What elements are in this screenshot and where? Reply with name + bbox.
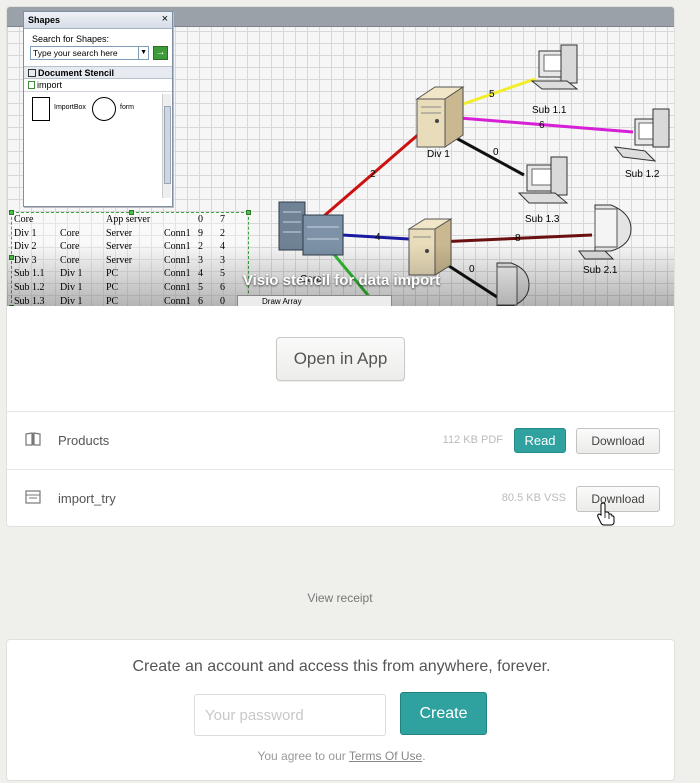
stencil-grid-icon — [28, 81, 35, 89]
data-table-cell: 2 — [198, 241, 203, 253]
hand-cursor-icon — [597, 502, 615, 526]
edge-label-2: 2 — [370, 169, 376, 180]
edge-label-8: 8 — [515, 233, 521, 244]
draw-array-menu: Draw Array — [237, 295, 392, 306]
create-account-card: Create an account and access this from a… — [6, 639, 675, 781]
node-label-sub13: Sub 1.3 — [525, 214, 560, 225]
shapes-pane-title: Shapes × — [24, 12, 172, 29]
edge-label-6: 6 — [539, 120, 545, 131]
data-table-cell: Core — [60, 254, 80, 266]
data-import-table: Core App server 0 7 Div 1 Core Server Conn1 9 2 Di… — [9, 210, 251, 306]
sub13-pc-icon — [517, 156, 569, 204]
data-table-cell: 4 — [220, 241, 225, 253]
stencil-header: Document Stencil — [24, 66, 172, 79]
create-account-prompt: Create an account and access this from a… — [132, 658, 551, 675]
data-table-cell: Conn1 — [164, 254, 191, 266]
shapes-search-label: Search for Shapes: — [32, 34, 110, 44]
data-table-cell: 3 — [220, 254, 225, 266]
stencil-scrollbar — [162, 94, 171, 198]
shapes-search-input: Type your search here — [30, 46, 140, 60]
data-table-cell: Core — [60, 241, 80, 253]
open-in-app-button[interactable]: Open in App — [276, 337, 405, 381]
edge-label-4: 4 — [375, 232, 381, 243]
sub21-monitor-icon — [578, 204, 632, 260]
stencil-shapes: ImportBox form — [24, 92, 172, 200]
form-label: form — [120, 104, 134, 111]
stencil-icon — [28, 69, 36, 77]
data-table-cell: PC — [106, 295, 119, 306]
shapes-pane: Shapes × Search for Shapes: Type your se… — [23, 11, 173, 207]
file-row: import_try 80.5 KB VSS Download — [7, 469, 674, 526]
node-label-sub11: Sub 1.1 — [532, 105, 567, 116]
div1-server-icon — [415, 86, 465, 148]
data-table-cell: 3 — [198, 254, 203, 266]
sub11-pc-icon — [530, 44, 579, 90]
data-table-cell: Conn1 — [164, 241, 191, 253]
book-icon — [25, 432, 41, 451]
edge-label-5: 5 — [489, 89, 495, 100]
sub12-pc-icon — [613, 108, 670, 162]
terms-notice: You agree to our Terms Of Use. — [257, 749, 426, 763]
file-size: 80.5 KB VSS — [501, 492, 566, 504]
data-table-cell: Div 3 — [14, 254, 37, 266]
download-button[interactable]: Download — [576, 486, 660, 512]
file-row: Products 112 KB PDF Read Download — [7, 411, 674, 469]
preview-caption: Visio stencil for data import — [242, 272, 441, 289]
data-table-cell: Sub 1.3 — [14, 295, 45, 306]
chevron-down-icon: ▼ — [139, 46, 150, 60]
edge-label-0a: 0 — [493, 147, 499, 158]
data-table-cell: 0 — [198, 214, 203, 225]
document-icon — [25, 490, 41, 509]
product-card: 2 4 5 6 0 8 0 Core Div 1 Sub 1.1 Sub 1.2… — [6, 6, 675, 527]
read-button[interactable]: Read — [514, 428, 566, 453]
import-box-shape — [32, 97, 50, 121]
node-label-sub12: Sub 1.2 — [625, 169, 660, 180]
data-table-cell: Server — [106, 227, 133, 239]
data-table-cell: Div 1 — [14, 227, 37, 239]
arrow-right-icon: → — [153, 46, 168, 60]
import-box-label: ImportBox — [54, 104, 86, 111]
data-table-cell: Conn1 — [164, 295, 191, 306]
stencil-item: import — [24, 79, 172, 92]
data-table-cell: 9 — [198, 227, 203, 239]
data-table-cell: 6 — [198, 295, 203, 306]
file-size: 112 KB PDF — [442, 434, 503, 446]
data-table-cell: 7 — [220, 214, 225, 225]
core-rack-icon — [278, 201, 344, 256]
terms-of-use-link[interactable]: Terms Of Use — [349, 749, 422, 763]
file-name: import_try — [58, 491, 116, 506]
data-table-cell: 0 — [220, 295, 225, 306]
div2-server-icon — [407, 218, 453, 276]
form-shape — [92, 97, 116, 121]
data-table-cell: Server — [106, 241, 133, 253]
node-label-div1: Div 1 — [427, 149, 450, 160]
data-table-cell: App server — [106, 214, 151, 225]
data-table-cell: Div 1 — [60, 295, 83, 306]
password-input[interactable] — [194, 694, 386, 736]
data-table-cell: Core — [14, 214, 34, 225]
data-table-cell: Div 2 — [14, 241, 37, 253]
data-table-cell: 2 — [220, 227, 225, 239]
close-icon: × — [161, 13, 168, 25]
view-receipt-link[interactable]: View receipt — [0, 591, 680, 605]
data-table-cell: Core — [60, 227, 80, 239]
data-table-cell: Server — [106, 254, 133, 266]
file-name: Products — [58, 433, 110, 448]
download-button[interactable]: Download — [576, 428, 660, 454]
data-table-cell: Conn1 — [164, 227, 191, 239]
create-button[interactable]: Create — [400, 692, 487, 735]
product-preview-image[interactable]: 2 4 5 6 0 8 0 Core Div 1 Sub 1.1 Sub 1.2… — [7, 7, 674, 306]
